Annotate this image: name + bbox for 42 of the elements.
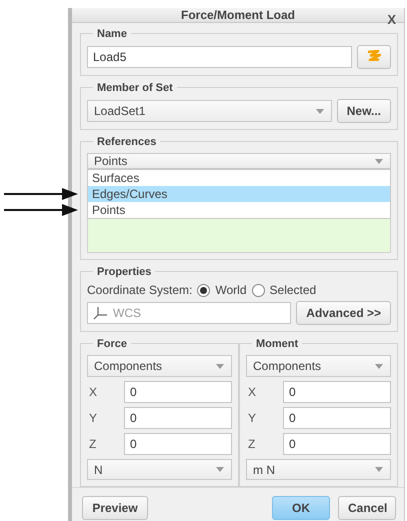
mode-dropdown[interactable]: Components [87,355,232,377]
window-title: Force/Moment Load [180,8,295,22]
value-field[interactable]: 0 [124,380,232,403]
name-field[interactable]: Load5 [87,46,352,68]
axis-label: X [247,384,258,399]
dropdown-caret-icon [375,158,383,164]
axis-label: Y [88,410,98,425]
dropdown-caret-icon [375,467,383,472]
zigzag-icon [367,50,381,62]
dialog-button[interactable]: Preview [82,496,148,520]
value-field[interactable]: 0 [283,406,391,429]
radio-label: Selected [270,283,316,298]
dialog-button[interactable]: OK [272,496,330,520]
axis-label: Z [247,436,256,451]
dropdown-caret-icon [375,364,383,369]
axes-icon [93,306,109,320]
set-dropdown[interactable]: LoadSet1 [87,100,332,122]
zigzag-button[interactable] [357,45,391,70]
axis-label: X [88,384,98,399]
dropdown-option[interactable]: Surfaces [88,170,390,186]
value-field[interactable]: 0 [283,432,391,455]
dropdown-caret-icon [216,467,224,472]
radio-label: World [215,283,247,298]
axis-label: Z [88,436,98,451]
axis-label: Y [247,410,258,425]
radio-button[interactable] [252,284,265,297]
dropdown-caret-icon [216,364,224,369]
unit-dropdown[interactable]: m N [246,458,391,480]
new-button[interactable]: New... [336,99,391,124]
value-field[interactable]: 0 [124,406,232,429]
radio-button[interactable] [197,284,210,297]
close-button[interactable]: X [385,13,398,27]
field-label: Coordinate System: [87,283,192,298]
dialog-button[interactable]: Cancel [338,496,396,520]
section-label: Properties [93,265,156,280]
value-field[interactable]: 0 [124,432,232,455]
advanced-button[interactable]: Advanced >> [296,301,391,326]
mode-dropdown[interactable]: Components [246,355,391,377]
value-field[interactable]: 0 [283,380,391,403]
references-dropdown[interactable]: Points [87,153,391,170]
unit-dropdown[interactable]: N [87,458,232,480]
dropdown-caret-icon [316,108,324,114]
